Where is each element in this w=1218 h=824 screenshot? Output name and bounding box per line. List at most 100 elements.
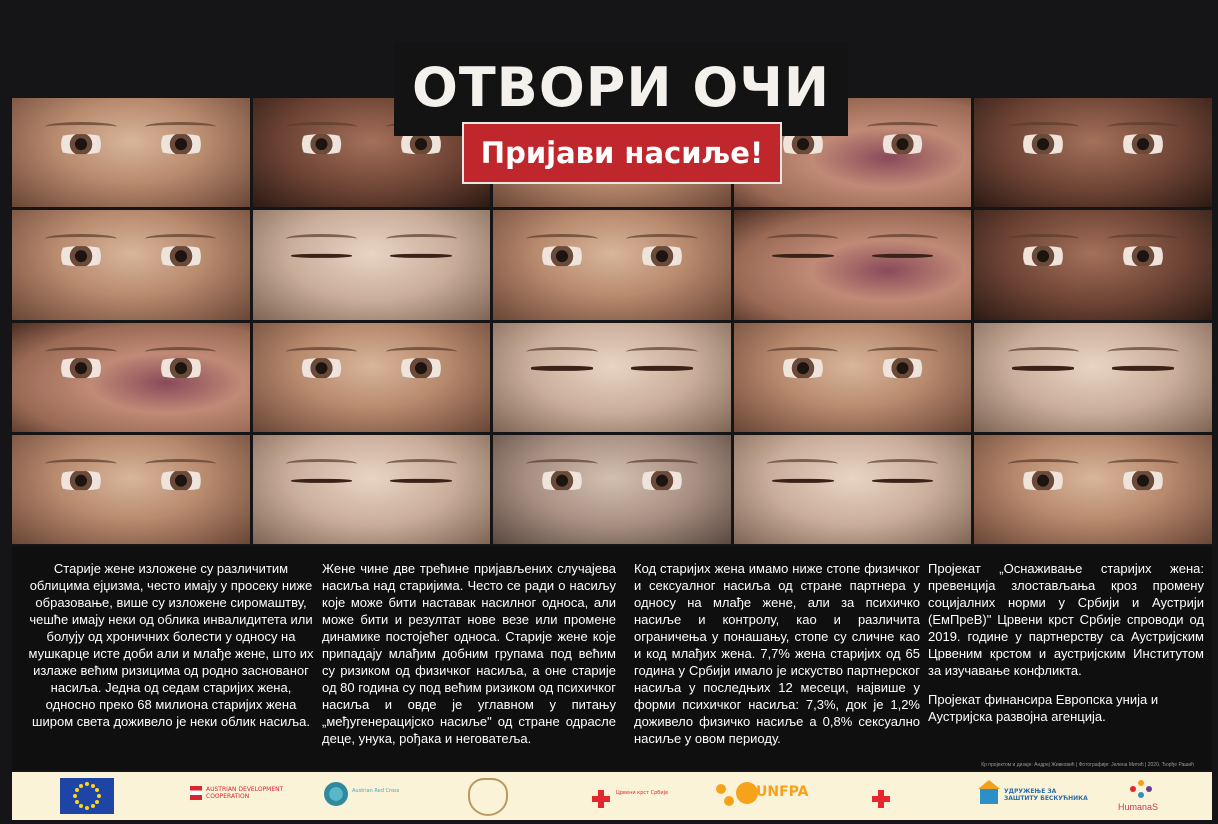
text-column-4: Пројекат „Оснаживање старијих жена: прев… [928,560,1204,725]
eye-icon [290,358,353,379]
eye-icon [1012,470,1075,491]
project-description: Пројекат „Оснаживање старијих жена: прев… [928,561,1204,678]
eye-icon [771,358,834,379]
crest-icon [468,778,508,816]
eyebrow [1007,458,1079,469]
paragraph: Жене чине две трећине пријављених случај… [322,561,616,746]
eyebrow [526,458,598,469]
eye-photo-tile [733,434,972,544]
text-column-3: Код старијих жена имамо ниже стопе физич… [634,560,920,747]
eyebrow [1007,234,1079,244]
eye-icon [531,366,593,371]
austrian-red-cross-logo: Austrian Red Cross [324,776,404,816]
eye-icon [390,358,453,379]
star-icon [95,800,100,804]
unfpa-logo: UNFPA [716,776,809,816]
eye-icon [631,366,693,371]
funding-note: Пројекат финансира Европска унија и Ауст… [928,692,1159,724]
eye-icon [771,253,834,259]
eye-photo-tile [974,322,1212,432]
eyebrow [385,458,457,469]
eye-icon [290,253,353,259]
eye-icon [1012,246,1075,266]
eyebrow [767,458,839,469]
crest-logo [458,776,518,816]
eyebrow [285,234,358,244]
eyebrow [145,346,217,357]
eye-icon [390,134,453,154]
star-icon [79,783,83,788]
eye-icon [1012,134,1075,154]
eye-photo-tile [493,434,731,544]
eyebrow [1007,122,1079,132]
eye-photo-tile [12,210,250,320]
eyebrow [45,346,117,357]
eyebrow [45,122,117,132]
eyebrow [45,458,117,469]
eye-icon [871,478,934,483]
eyebrow [767,346,839,357]
eye-photo-tile [974,98,1212,208]
eye-icon [50,358,112,379]
text-column-1: Старије жене изложене су различитим обли… [26,560,316,730]
austrian-development-cooperation-logo: AUSTRIAN DEVELOPMENT COOPERATION [190,776,290,816]
eye-icon [1012,366,1075,371]
star-icon [73,794,77,798]
eyebrow [526,234,598,244]
eye-icon [771,478,834,483]
eye-icon [871,253,934,259]
eye-photo-tile [733,210,972,320]
eye-photo-tile [974,210,1212,320]
eye-photo-tile [974,434,1212,544]
eyebrow [526,346,598,357]
un-emblem-icon [736,782,758,804]
eyebrow [866,346,939,357]
eye-icon [149,358,212,379]
eyebrow [385,346,457,357]
poster-title: ОТВОРИ ОЧИ [411,56,831,119]
red-cross-serbia-logo: Црвени крст Србије [592,776,702,816]
dots-icon [1130,780,1152,798]
eye-icon [50,246,112,266]
logo-text: HumanaS [1118,802,1159,812]
eyebrow [45,234,117,244]
eyebrow [1007,346,1079,357]
eye-icon [149,246,212,266]
eye-icon [1112,470,1174,491]
austria-flag-icon [190,786,202,800]
eye-icon [390,253,453,259]
eye-icon [149,470,212,491]
eyebrow [1107,458,1179,469]
star-icon [85,806,89,810]
eye-photo-tile [493,210,731,320]
logo-text: UNFPA [756,784,809,800]
eye-photo-tile [12,322,250,432]
star-icon [91,804,95,809]
eyebrow [866,458,939,469]
eye-icon [50,134,112,154]
red-cross-icon [872,790,890,808]
eye-icon [50,470,112,491]
eye-photo-tile [252,322,491,432]
logo-text: Црвени крст Србије [616,790,669,796]
eye-icon [290,478,353,483]
eyebrow [767,234,839,244]
eye-icon [871,358,934,379]
humanas-logo: HumanaS [1116,776,1186,816]
paragraph: Код старијих жена имамо ниже стопе физич… [634,561,920,746]
eye-photo-tile [252,434,491,544]
text-panel: Старије жене изложене су различитим обли… [12,546,1212,770]
eye-photo-tile [733,322,972,432]
logo-text: AUSTRIAN DEVELOPMENT COOPERATION [206,786,284,800]
eye-photo-tile [12,434,250,544]
eye-photo-tile [12,98,250,208]
logo-text: УДРУЖЕЊЕ ЗА ЗАШТИТУ БЕСКУЋНИКА [1004,788,1088,802]
eyebrow [1107,122,1179,132]
eyebrow [145,234,217,244]
report-violence-banner: Пријави насиље! [462,122,782,184]
poster: ОТВОРИ ОЧИ Пријави насиље! Старије жене … [0,0,1218,824]
eyebrow [285,346,358,357]
eyebrow [145,122,217,132]
dot-icon [724,796,734,806]
house-icon [978,780,1000,804]
